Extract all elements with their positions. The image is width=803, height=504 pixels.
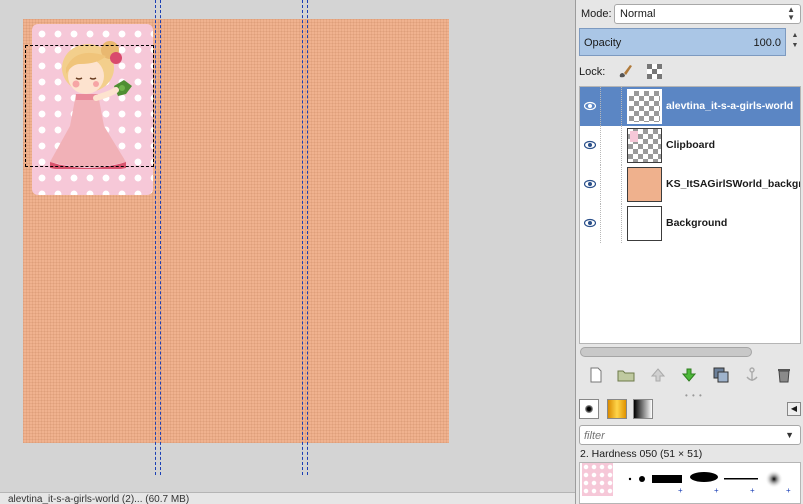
eye-icon[interactable] bbox=[584, 217, 596, 229]
checkerboard-lock-icon[interactable] bbox=[647, 64, 662, 79]
delete-layer-icon[interactable] bbox=[775, 366, 793, 384]
paintbrush-lock-icon[interactable] bbox=[617, 63, 633, 79]
updown-arrows-icon: ▲ ▼ bbox=[787, 5, 795, 22]
lock-label: Lock: bbox=[579, 66, 606, 78]
dock-menu-icon[interactable]: ◀ bbox=[787, 402, 801, 416]
brushes-tab-icon[interactable] bbox=[579, 399, 599, 419]
eye-icon[interactable] bbox=[584, 139, 596, 151]
mode-label: Mode: bbox=[581, 8, 612, 20]
layer-row[interactable]: Clipboard bbox=[580, 126, 800, 165]
layer-name[interactable]: KS_ItSAGirlSWorld_background bbox=[666, 178, 800, 190]
layer-row[interactable]: Background bbox=[580, 204, 800, 243]
raise-layer-icon[interactable] bbox=[649, 366, 667, 384]
link-toggle[interactable] bbox=[600, 204, 622, 243]
layer-thumbnail bbox=[627, 89, 662, 124]
layer-boundary-marquee bbox=[25, 45, 154, 167]
image-canvas-area[interactable]: alevtina_it-s-a-girls-world (2)... (60.7… bbox=[0, 0, 575, 504]
vertical-guide-line[interactable] bbox=[155, 0, 161, 475]
brush-dock-tabs: ◀ bbox=[579, 399, 801, 419]
gradients-tab-icon[interactable] bbox=[633, 399, 653, 419]
link-toggle[interactable] bbox=[600, 165, 622, 204]
layer-thumbnail bbox=[627, 167, 662, 202]
duplicate-layer-icon[interactable] bbox=[712, 366, 730, 384]
layer-row[interactable]: KS_ItSAGirlSWorld_background bbox=[580, 165, 800, 204]
scrollbar-thumb[interactable] bbox=[580, 347, 752, 357]
new-layer-icon[interactable] bbox=[587, 366, 605, 384]
filter-input[interactable] bbox=[584, 428, 774, 443]
layer-name[interactable]: Clipboard bbox=[666, 139, 800, 151]
eye-icon[interactable] bbox=[584, 178, 596, 190]
layers-horizontal-scrollbar[interactable] bbox=[580, 346, 798, 358]
svg-text:+: + bbox=[750, 486, 755, 495]
thumbnail-content bbox=[630, 131, 638, 142]
opacity-label: Opacity bbox=[584, 37, 622, 49]
brush-grid[interactable]: + + + + bbox=[579, 462, 801, 504]
selected-brush-name: 2. Hardness 050 (51 × 51) bbox=[580, 448, 703, 460]
layer-name[interactable]: Background bbox=[666, 217, 800, 229]
layer-name[interactable]: alevtina_it-s-a-girls-world bbox=[666, 100, 800, 112]
patterns-tab-icon[interactable] bbox=[607, 399, 627, 419]
opacity-slider[interactable]: Opacity 100.0 bbox=[579, 28, 786, 56]
status-bar: alevtina_it-s-a-girls-world (2)... (60.7… bbox=[0, 492, 575, 504]
chevron-down-icon[interactable]: ▼ bbox=[785, 430, 794, 440]
layers-dock: Mode: Normal ▲▼ Opacity 100.0 ▲▼ Lock: bbox=[575, 0, 803, 504]
anchor-layer-icon[interactable] bbox=[743, 366, 761, 384]
svg-text:+: + bbox=[786, 486, 791, 495]
layer-row[interactable]: alevtina_it-s-a-girls-world bbox=[580, 87, 800, 126]
layers-list[interactable]: alevtina_it-s-a-girls-world Clipboard KS… bbox=[579, 86, 801, 344]
new-layer-group-icon[interactable] bbox=[617, 366, 635, 384]
layer-buttons-bar bbox=[579, 364, 801, 386]
layer-thumbnail bbox=[627, 128, 662, 163]
link-toggle[interactable] bbox=[600, 126, 622, 165]
brush-pattern-preview[interactable] bbox=[582, 463, 613, 496]
lower-layer-icon[interactable] bbox=[680, 366, 698, 384]
mode-value: Normal bbox=[620, 8, 656, 20]
lock-row: Lock: bbox=[579, 62, 801, 80]
brush-filter-combo[interactable]: ▼ bbox=[579, 425, 801, 445]
svg-text:+: + bbox=[678, 486, 683, 495]
status-text: alevtina_it-s-a-girls-world (2)... (60.7… bbox=[8, 494, 190, 504]
brush-dot bbox=[585, 405, 593, 413]
opacity-spinner[interactable]: ▲ ▼ bbox=[789, 31, 801, 51]
eye-icon[interactable] bbox=[584, 100, 596, 112]
brush-presets-row[interactable]: + + + + bbox=[618, 463, 798, 496]
opacity-row: Opacity 100.0 ▲ ▼ bbox=[579, 28, 801, 56]
layer-thumbnail bbox=[627, 206, 662, 241]
svg-text:+: + bbox=[714, 486, 719, 495]
opacity-value: 100.0 bbox=[753, 37, 781, 49]
link-toggle[interactable] bbox=[600, 87, 622, 126]
mode-select[interactable]: Normal ▲ ▼ bbox=[614, 4, 801, 24]
mode-row: Mode: Normal ▲ ▼ bbox=[579, 4, 801, 24]
vertical-guide-line[interactable] bbox=[302, 0, 308, 475]
